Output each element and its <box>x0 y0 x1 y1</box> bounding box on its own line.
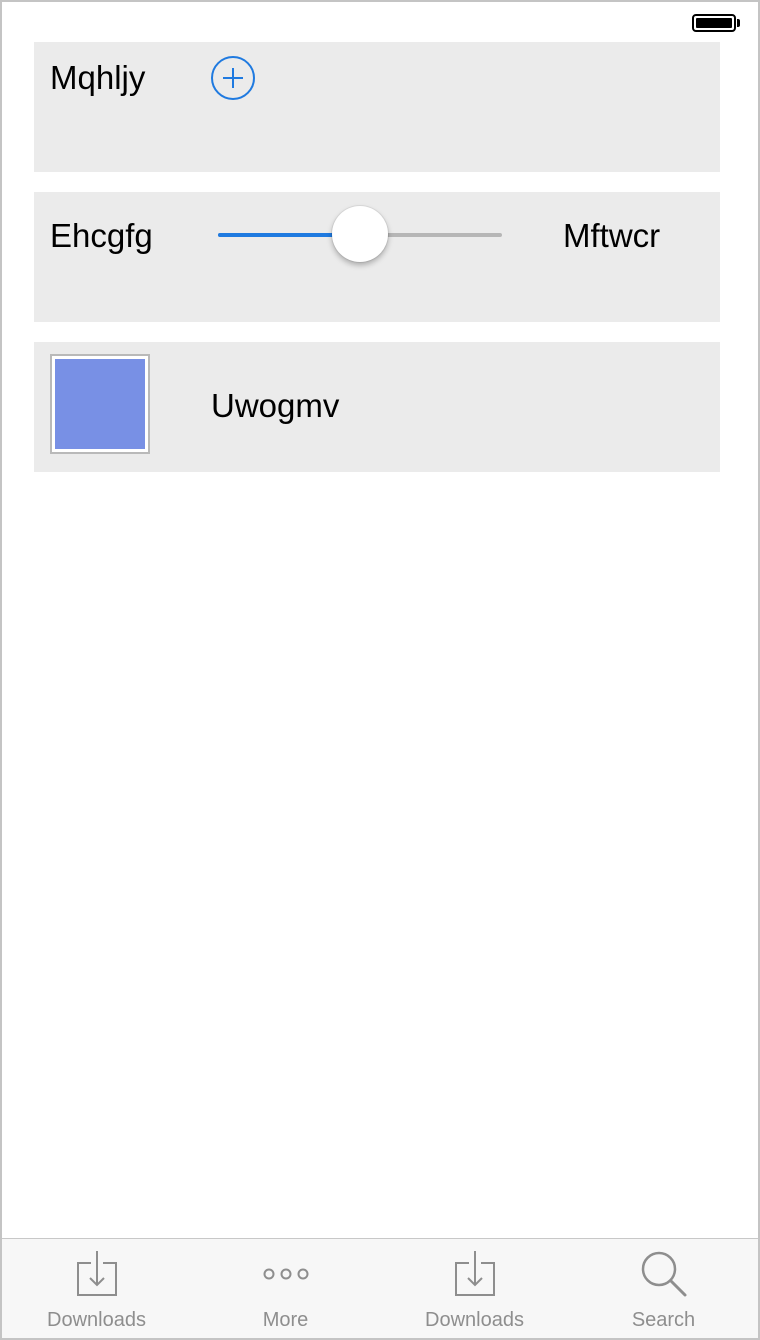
tab-downloads[interactable]: Downloads <box>2 1239 191 1338</box>
tab-more[interactable]: More <box>191 1239 380 1338</box>
tab-label: More <box>262 1309 309 1331</box>
value-slider[interactable] <box>218 206 502 262</box>
tab-bar: Downloads More Downloads Search <box>2 1238 758 1338</box>
slider-min-label: Ehcgfg <box>50 217 153 254</box>
color-swatch[interactable] <box>50 354 150 454</box>
add-button[interactable] <box>211 56 255 100</box>
tab-search[interactable]: Search <box>569 1239 758 1338</box>
slider-row: Ehcgfg Mftwcr <box>34 192 720 322</box>
tab-label: Downloads <box>47 1309 146 1331</box>
downloads-icon <box>454 1251 495 1296</box>
add-row-label: Mqhljy <box>50 59 146 96</box>
add-row: Mqhljy <box>34 42 720 172</box>
tab-downloads-2[interactable]: Downloads <box>380 1239 569 1338</box>
status-bar <box>2 2 758 42</box>
more-icon <box>263 1268 308 1280</box>
downloads-icon <box>76 1251 117 1296</box>
search-icon <box>641 1251 686 1297</box>
battery-tip <box>737 19 740 27</box>
tab-label: Search <box>631 1309 696 1331</box>
app-screen: Mqhljy Ehcgfg Mftwcr Uwogmv Downloads Mo… <box>0 0 760 1340</box>
color-swatch-fill <box>55 359 145 449</box>
color-row: Uwogmv <box>34 342 720 472</box>
slider-max-label: Mftwcr <box>563 217 661 254</box>
battery-icon <box>692 14 736 32</box>
color-row-label: Uwogmv <box>211 387 340 424</box>
slider-thumb[interactable] <box>332 206 388 262</box>
tab-label: Downloads <box>425 1309 524 1331</box>
